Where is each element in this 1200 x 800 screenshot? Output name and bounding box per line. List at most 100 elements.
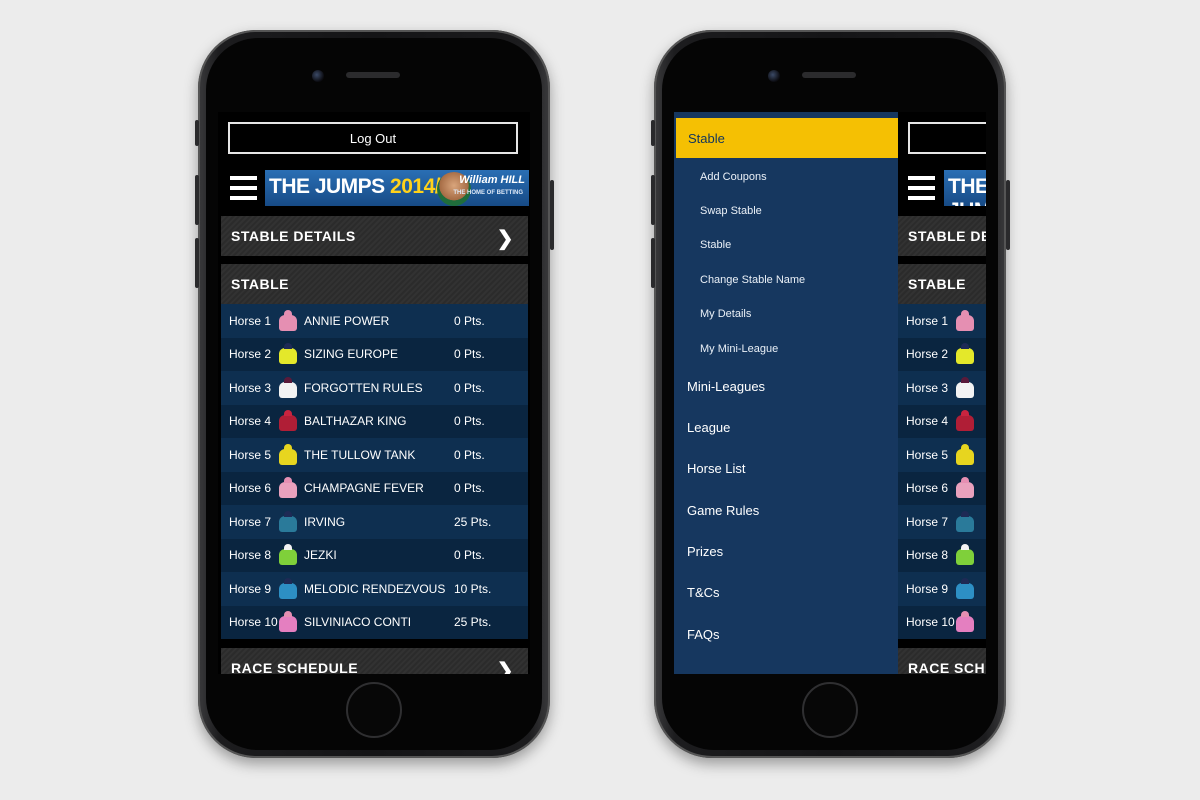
horse-points: 10 Pts. <box>454 581 492 596</box>
race-schedule-section[interactable]: RACE SCHEDULE ❯ <box>221 648 528 674</box>
horse-slot-label: Horse 6 <box>906 481 949 496</box>
banner-title-peek: THE JUMPS <box>948 175 986 206</box>
power-button <box>550 180 554 250</box>
jockey-silks-icon <box>955 510 975 533</box>
menu-subitem-stable[interactable]: Stable <box>700 239 731 251</box>
menu-subitem-change-stable-name[interactable]: Change Stable Name <box>700 274 805 286</box>
jockey-silks-icon <box>955 577 975 600</box>
mute-switch <box>195 120 199 146</box>
horse-slot-label: Horse 6 <box>229 481 272 496</box>
banner-title-text: THE JUMPS <box>269 175 385 198</box>
horse-row[interactable]: Horse 10 SILVINIACO CONTI 25 Pts. <box>221 605 528 639</box>
hamburger-menu-icon[interactable] <box>908 176 935 203</box>
stable-section-header-peek: STABLE <box>898 264 986 304</box>
menu-subitem-my-details[interactable]: My Details <box>700 308 751 320</box>
stable-details-section-peek[interactable]: STABLE DETAILS <box>898 216 986 256</box>
horse-points: 0 Pts. <box>454 414 485 429</box>
menu-item-mini-leagues[interactable]: Mini-Leagues <box>687 379 765 394</box>
jockey-silks-icon <box>278 611 298 633</box>
home-button[interactable] <box>802 682 858 738</box>
jockey-silks-icon <box>955 410 975 432</box>
jockey-silks-icon <box>955 544 975 566</box>
jockey-silks-icon <box>955 477 975 499</box>
volume-down-button <box>651 238 655 288</box>
mute-switch <box>651 120 655 146</box>
horse-row[interactable]: Horse 5 THE TULLOW TANK 0 Pts. <box>221 438 528 472</box>
horse-slot-label: Horse 7 <box>906 514 949 529</box>
horse-slot-label: Horse 4 <box>906 414 949 429</box>
horse-slot-label: Horse 8 <box>229 548 272 563</box>
horse-list: Horse 1 ANNIE POWER 0 Pts. Horse 2 SIZING EU… <box>221 304 528 639</box>
menu-item-terms[interactable]: T&Cs <box>687 585 720 600</box>
jockey-silks-icon <box>278 443 298 466</box>
horse-row[interactable]: Horse 6 CHAMPAGNE FEVER 0 Pts. <box>221 471 528 505</box>
horse-name: JEZKI <box>304 548 337 563</box>
horse-points: 0 Pts. <box>454 347 485 362</box>
horse-slot-label: Horse 7 <box>229 514 272 529</box>
horse-slot-label: Horse 3 <box>906 380 949 395</box>
jockey-silks-icon <box>278 510 298 533</box>
section-title: STABLE DETAILS <box>908 228 986 244</box>
horse-row[interactable]: Horse 6 <box>898 471 986 505</box>
horse-row[interactable]: Horse 2 <box>898 337 986 371</box>
hamburger-menu-icon[interactable] <box>230 176 257 203</box>
horse-slot-label: Horse 9 <box>906 581 949 596</box>
horse-row[interactable]: Horse 8 <box>898 538 986 572</box>
menu-item-game-rules[interactable]: Game Rules <box>687 503 759 518</box>
section-title: RACE SCHEDULE <box>231 660 359 674</box>
chevron-right-icon: ❯ <box>496 660 514 674</box>
screen-right: THE JUMPS STABLE DETAILS STABLE Horse 1 H… <box>674 112 986 674</box>
front-camera <box>312 70 324 82</box>
menu-item-prizes[interactable]: Prizes <box>687 544 723 559</box>
menu-item-league[interactable]: League <box>687 420 730 435</box>
jockey-silks-icon <box>955 611 975 633</box>
horse-row[interactable]: Horse 3 <box>898 371 986 405</box>
app-content-peek: THE JUMPS STABLE DETAILS STABLE Horse 1 H… <box>898 112 986 674</box>
home-button[interactable] <box>346 682 402 738</box>
horse-row[interactable]: Horse 7 IRVING 25 Pts. <box>221 505 528 539</box>
stable-section-header: STABLE <box>221 264 528 304</box>
menu-subitem-add-coupons[interactable]: Add Coupons <box>700 171 767 183</box>
sponsor-banner[interactable]: THE JUMPS 2014/15 William HILL THE HOME … <box>265 170 529 206</box>
horse-points: 0 Pts. <box>454 481 485 496</box>
horse-row[interactable]: Horse 1 ANNIE POWER 0 Pts. <box>221 304 528 338</box>
jockey-silks-icon <box>278 477 298 499</box>
horse-name: IRVING <box>304 514 346 529</box>
horse-row[interactable]: Horse 7 <box>898 505 986 539</box>
horse-slot-label: Horse 8 <box>906 548 949 563</box>
horse-row[interactable]: Horse 5 <box>898 438 986 472</box>
front-camera <box>768 70 780 82</box>
jockey-silks-icon <box>278 410 298 432</box>
horse-row[interactable]: Horse 1 <box>898 304 986 338</box>
horse-slot-label: Horse 4 <box>229 414 272 429</box>
menu-item-horse-list[interactable]: Horse List <box>687 461 746 476</box>
menu-item-faqs[interactable]: FAQs <box>687 627 720 642</box>
horse-row[interactable]: Horse 4 <box>898 404 986 438</box>
jockey-silks-icon <box>278 309 298 332</box>
horse-name: MELODIC RENDEZVOUS <box>304 581 446 596</box>
horse-slot-label: Horse 3 <box>229 380 272 395</box>
horse-slot-label: Horse 5 <box>229 447 272 462</box>
horse-row[interactable]: Horse 4 BALTHAZAR KING 0 Pts. <box>221 404 528 438</box>
menu-subitem-swap-stable[interactable]: Swap Stable <box>700 205 762 217</box>
menu-subitem-my-mini-league[interactable]: My Mini-League <box>700 343 778 355</box>
jockey-silks-icon <box>955 443 975 466</box>
horse-slot-label: Horse 2 <box>906 347 949 362</box>
horse-row[interactable]: Horse 2 SIZING EUROPE 0 Pts. <box>221 337 528 371</box>
horse-row[interactable]: Horse 3 FORGOTTEN RULES 0 Pts. <box>221 371 528 405</box>
horse-row[interactable]: Horse 9 MELODIC RENDEZVOUS 10 Pts. <box>221 572 528 606</box>
jockey-silks-icon <box>955 376 975 399</box>
banner-title: THE JUMPS 2014/15 <box>269 175 463 199</box>
horse-row[interactable]: Horse 9 <box>898 572 986 606</box>
menu-item-stable-active[interactable]: Stable <box>676 118 898 158</box>
jockey-silks-icon <box>278 544 298 566</box>
logout-button[interactable]: Log Out <box>228 122 518 154</box>
stable-details-section[interactable]: STABLE DETAILS ❯ <box>221 216 528 256</box>
race-schedule-section-peek[interactable]: RACE SCHEDULE <box>898 648 986 674</box>
horse-points: 0 Pts. <box>454 313 485 328</box>
logout-button-peek[interactable] <box>908 122 986 154</box>
horse-row[interactable]: Horse 8 JEZKI 0 Pts. <box>221 538 528 572</box>
power-button <box>1006 180 1010 250</box>
horse-row[interactable]: Horse 10 <box>898 605 986 639</box>
volume-down-button <box>195 238 199 288</box>
